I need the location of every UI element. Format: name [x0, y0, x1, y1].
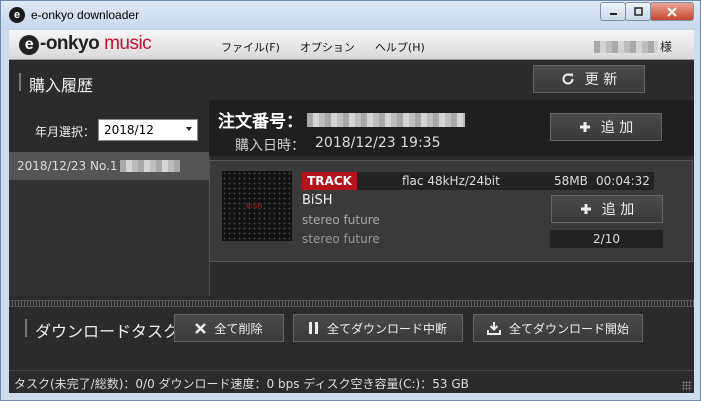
refresh-label: 更 新	[584, 72, 618, 88]
track-badge: TRACK	[302, 172, 357, 190]
close-icon	[667, 6, 677, 17]
order-add-button[interactable]: 追 加	[550, 113, 662, 141]
year-select-dropdown[interactable]: 2018/12	[98, 119, 198, 141]
track-info-bar: TRACK flac 48kHz/24bit 58MB 00:04:32	[302, 172, 654, 190]
window-frame: e -onkyo music ファイル(F) オプション ヘルプ(H) 様 購入履…	[0, 30, 701, 401]
plus-icon	[580, 204, 591, 214]
history-item[interactable]: 2018/12/23 No.1	[9, 152, 209, 180]
menu-bar: e -onkyo music ファイル(F) オプション ヘルプ(H) 様	[9, 30, 694, 60]
order-number-label: 注文番号：	[218, 112, 303, 132]
start-all-button[interactable]: 全てダウンロード開始	[473, 314, 643, 342]
year-select-value: 2018/12	[104, 123, 154, 137]
order-number-mosaic	[307, 113, 465, 127]
menu-options[interactable]: オプション	[300, 39, 355, 55]
download-icon	[486, 321, 501, 335]
track-format: flac 48kHz/24bit	[402, 174, 500, 188]
maximize-icon	[633, 7, 643, 16]
track-album: stereo future	[302, 213, 380, 227]
track-count: 2/10	[550, 230, 663, 248]
year-select-label: 年月選択：	[35, 125, 96, 139]
window-controls	[600, 2, 694, 21]
album-cover: BiSH	[222, 171, 292, 241]
menu-help[interactable]: ヘルプ(H)	[375, 39, 425, 55]
track-artist: BiSH	[302, 193, 333, 208]
title-bar: e e-onkyo downloader	[0, 0, 701, 30]
e-onkyo-logo: e -onkyo music	[19, 33, 152, 55]
purchase-history-title: 購入履歴	[18, 72, 93, 96]
status-bar: タスク(未完了/総数)：0/0 ダウンロード速度：0 bps ディスク空き容量(…	[9, 370, 694, 393]
track-title: stereo future	[302, 232, 380, 246]
refresh-icon	[562, 73, 574, 85]
download-task-title: ダウンロードタスク	[24, 318, 179, 342]
menu: ファイル(F) オプション ヘルプ(H)	[221, 39, 425, 55]
history-item-label: 2018/12/23 No.1	[17, 159, 118, 173]
plus-icon	[579, 122, 590, 132]
minimize-icon	[609, 13, 617, 15]
track-card: BiSH TRACK flac 48kHz/24bit 58MB 00:04:3…	[209, 160, 693, 262]
resize-grip-icon[interactable]	[682, 381, 692, 391]
track-add-label: 追 加	[601, 202, 635, 218]
history-item-mosaic	[119, 160, 180, 172]
purchase-history-list: 2018/12/23 No.1	[9, 152, 209, 296]
user-name: 様	[593, 38, 672, 55]
splitter-handle[interactable]	[9, 300, 694, 307]
close-button[interactable]	[650, 2, 694, 21]
maximize-button[interactable]	[625, 2, 651, 21]
app-icon: e	[9, 7, 25, 23]
delete-all-label: 全て削除	[214, 321, 263, 336]
app-body: e -onkyo music ファイル(F) オプション ヘルプ(H) 様 購入履…	[9, 30, 694, 393]
order-add-label: 追 加	[600, 120, 634, 136]
delete-all-button[interactable]: 全て削除	[174, 314, 284, 342]
refresh-button[interactable]: 更 新	[533, 65, 645, 93]
pause-all-label: 全てダウンロード中断	[326, 321, 447, 336]
status-text: タスク(未完了/総数)：0/0 ダウンロード速度：0 bps ディスク空き容量(…	[14, 377, 469, 391]
window-title: e-onkyo downloader	[31, 8, 140, 22]
minimize-button[interactable]	[600, 2, 626, 21]
track-duration: 00:04:32	[596, 174, 650, 188]
pause-all-button[interactable]: 全てダウンロード中断	[293, 314, 463, 342]
chevron-down-icon	[186, 127, 192, 131]
cover-text: BiSH	[246, 202, 263, 210]
purchase-date-label: 購入日時：	[235, 138, 305, 154]
pause-icon	[308, 322, 318, 334]
menu-file[interactable]: ファイル(F)	[221, 39, 280, 55]
user-suffix: 様	[659, 40, 672, 54]
user-name-mosaic	[593, 40, 658, 53]
purchase-date-value: 2018/12/23 19:35	[315, 135, 441, 151]
track-size: 58MB	[554, 174, 588, 188]
order-header: 注文番号： 購入日時： 2018/12/23 19:35 追 加	[209, 100, 694, 156]
track-add-button[interactable]: 追 加	[551, 195, 663, 223]
start-all-label: 全てダウンロード開始	[508, 321, 629, 336]
x-icon	[195, 322, 207, 334]
